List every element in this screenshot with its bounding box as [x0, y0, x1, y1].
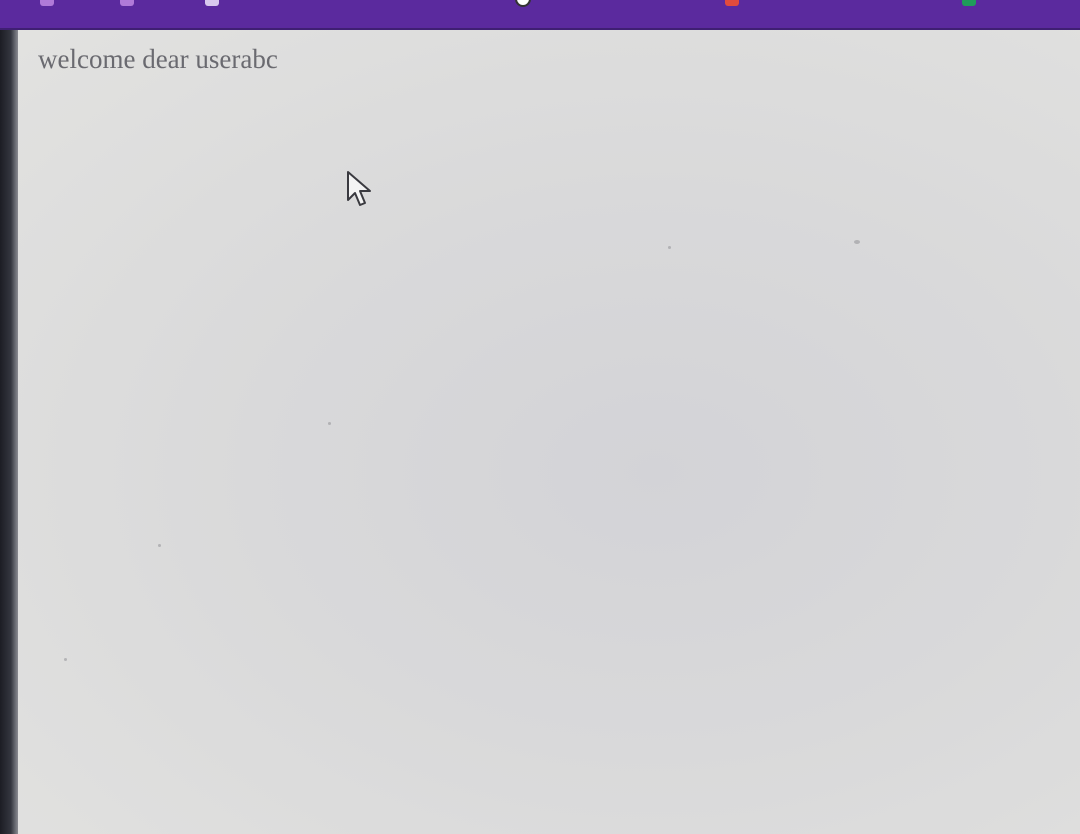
- browser-tab[interactable]: [962, 0, 982, 6]
- screen-speck: [158, 544, 161, 547]
- clock-favicon-icon: [515, 0, 531, 7]
- page-content: welcome dear userabc: [18, 30, 1080, 834]
- browser-tab[interactable]: [515, 0, 537, 7]
- screen-speck: [64, 658, 67, 661]
- screen: welcome dear userabc: [0, 0, 1080, 834]
- welcome-message: welcome dear userabc: [38, 44, 278, 74]
- browser-tab[interactable]: [40, 0, 60, 6]
- screen-speck: [668, 246, 671, 249]
- screen-speck: [854, 240, 860, 244]
- screen-speck: [328, 422, 331, 425]
- browser-tab-strip: [0, 0, 1080, 30]
- monitor-bezel: [0, 30, 18, 834]
- green-favicon-icon: [962, 0, 976, 6]
- red-favicon-icon: [725, 0, 739, 6]
- generic-favicon-icon: [205, 0, 219, 6]
- purple-favicon-icon: [40, 0, 54, 6]
- browser-tab[interactable]: [120, 0, 140, 6]
- browser-tab[interactable]: [205, 0, 225, 6]
- mouse-pointer-icon: [347, 171, 371, 206]
- browser-tab[interactable]: [725, 0, 745, 6]
- purple-favicon-icon: [120, 0, 134, 6]
